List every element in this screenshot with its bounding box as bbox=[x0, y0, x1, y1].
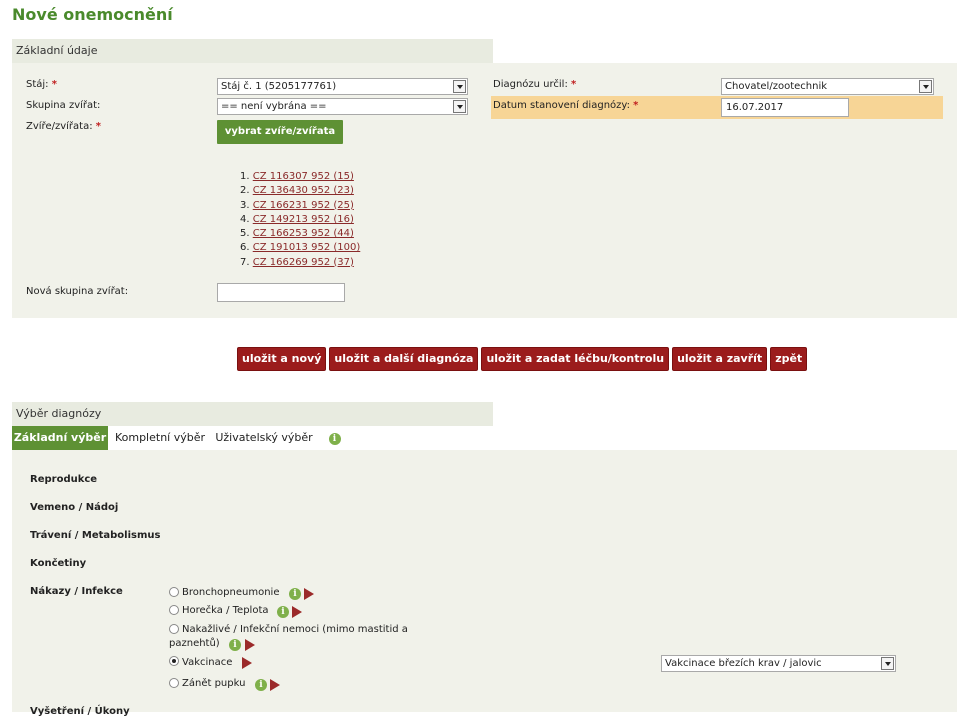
animal-list-item: 1. CZ 116307 952 (15) bbox=[240, 170, 390, 184]
stable-label: Stáj: * bbox=[26, 79, 57, 90]
info-icon: i bbox=[328, 433, 341, 445]
info-icon[interactable]: i bbox=[289, 588, 301, 600]
tab-user[interactable]: Uživatelský výběr bbox=[212, 426, 316, 450]
animal-link[interactable]: CZ 166231 952 (25) bbox=[253, 200, 354, 211]
option-label: Vakcinace bbox=[182, 657, 233, 668]
play-icon[interactable] bbox=[270, 679, 280, 691]
animal-link[interactable]: CZ 191013 952 (100) bbox=[253, 242, 361, 253]
category-reproduction[interactable]: Reprodukce bbox=[30, 474, 97, 485]
diagnosis-section-header: Výběr diagnózy bbox=[12, 402, 493, 426]
tab-info[interactable]: i bbox=[319, 426, 350, 450]
play-icon[interactable] bbox=[292, 606, 302, 618]
vaccination-select[interactable]: Vakcinace březích krav / jalovic bbox=[661, 655, 896, 672]
date-label: Datum stanovení diagnózy: * bbox=[493, 100, 639, 111]
animal-number: 3. bbox=[240, 199, 250, 211]
info-icon[interactable]: i bbox=[255, 679, 267, 691]
animal-list-item: 5. CZ 166253 952 (44) bbox=[240, 227, 390, 241]
chevron-down-icon bbox=[881, 657, 894, 670]
option-label: Zánět pupku bbox=[182, 678, 246, 689]
diagnosed-by-select[interactable]: Chovatel/zootechnik bbox=[721, 78, 934, 95]
animal-number: 5. bbox=[240, 228, 250, 240]
animal-number: 4. bbox=[240, 213, 250, 225]
animal-link[interactable]: CZ 136430 952 (23) bbox=[253, 185, 354, 196]
animal-number: 6. bbox=[240, 242, 250, 254]
save-treatment-button[interactable]: uložit a zadat léčbu/kontrolu bbox=[481, 347, 670, 371]
animal-list-item: 3. CZ 166231 952 (25) bbox=[240, 199, 390, 213]
date-input[interactable]: 16.07.2017 bbox=[721, 98, 849, 117]
animal-list-item: 6. CZ 191013 952 (100) bbox=[240, 241, 390, 255]
option-label: Nakažlivé / Infekční nemoci (mimo mastit… bbox=[182, 624, 408, 635]
info-icon[interactable]: i bbox=[229, 639, 241, 651]
group-label: Skupina zvířat: bbox=[26, 100, 101, 111]
tab-basic[interactable]: Základní výběr bbox=[12, 426, 108, 450]
animal-number: 7. bbox=[240, 256, 250, 268]
option-label: Bronchopneumonie bbox=[182, 587, 280, 598]
radio-infectious[interactable] bbox=[169, 624, 179, 634]
page-title: Nové onemocnění bbox=[12, 5, 173, 24]
play-icon[interactable] bbox=[242, 657, 252, 669]
animal-list-item: 7. CZ 166269 952 (37) bbox=[240, 256, 390, 270]
option-label: Horečka / Teplota bbox=[182, 605, 269, 616]
radio-bronchopneumonia[interactable] bbox=[169, 587, 179, 597]
category-limbs[interactable]: Končetiny bbox=[30, 558, 86, 569]
save-next-diagnosis-button[interactable]: uložit a další diagnóza bbox=[329, 347, 479, 371]
animal-link[interactable]: CZ 166253 952 (44) bbox=[253, 228, 354, 239]
stable-select[interactable]: Stáj č. 1 (5205177761) bbox=[217, 78, 468, 95]
animal-list-item: 2. CZ 136430 952 (23) bbox=[240, 184, 390, 198]
new-group-input[interactable] bbox=[217, 283, 345, 302]
new-group-label: Nová skupina zvířat: bbox=[26, 286, 129, 297]
back-button[interactable]: zpět bbox=[770, 347, 808, 371]
chevron-down-icon bbox=[919, 80, 932, 93]
radio-vaccination[interactable] bbox=[169, 656, 179, 666]
option-label-cont: paznehtů) bbox=[169, 638, 220, 649]
diagnosed-by-label: Diagnózu určil: * bbox=[493, 79, 577, 90]
action-bar: uložit a nový uložit a další diagnóza ul… bbox=[237, 347, 808, 371]
group-select[interactable]: == není vybrána == bbox=[217, 98, 468, 115]
animal-number: 2. bbox=[240, 185, 250, 197]
category-digestion[interactable]: Trávení / Metabolismus bbox=[30, 530, 160, 541]
play-icon[interactable] bbox=[245, 639, 255, 651]
save-new-button[interactable]: uložit a nový bbox=[237, 347, 327, 371]
diagnosis-panel bbox=[12, 450, 957, 712]
play-icon[interactable] bbox=[304, 588, 314, 600]
animals-label: Zvíře/zvířata: * bbox=[26, 121, 101, 132]
radio-fever[interactable] bbox=[169, 605, 179, 615]
category-udder[interactable]: Vemeno / Nádoj bbox=[30, 502, 118, 513]
chevron-down-icon bbox=[453, 80, 466, 93]
chevron-down-icon bbox=[453, 100, 466, 113]
animal-number: 1. bbox=[240, 171, 250, 182]
tab-complete[interactable]: Kompletní výběr bbox=[111, 426, 209, 450]
radio-navel[interactable] bbox=[169, 678, 179, 688]
animal-link[interactable]: CZ 149213 952 (16) bbox=[253, 214, 354, 225]
basic-section-header: Základní údaje bbox=[12, 39, 493, 63]
select-animals-button[interactable]: vybrat zvíře/zvířata bbox=[217, 120, 343, 144]
animal-link[interactable]: CZ 166269 952 (37) bbox=[253, 257, 354, 268]
info-icon[interactable]: i bbox=[277, 606, 289, 618]
animal-list: 1. CZ 116307 952 (15) 2. CZ 136430 952 (2… bbox=[240, 170, 390, 270]
animal-list-item: 4. CZ 149213 952 (16) bbox=[240, 213, 390, 227]
category-infections[interactable]: Nákazy / Infekce bbox=[30, 586, 123, 597]
animal-link[interactable]: CZ 116307 952 (15) bbox=[253, 171, 354, 182]
save-close-button[interactable]: uložit a zavřít bbox=[672, 347, 768, 371]
